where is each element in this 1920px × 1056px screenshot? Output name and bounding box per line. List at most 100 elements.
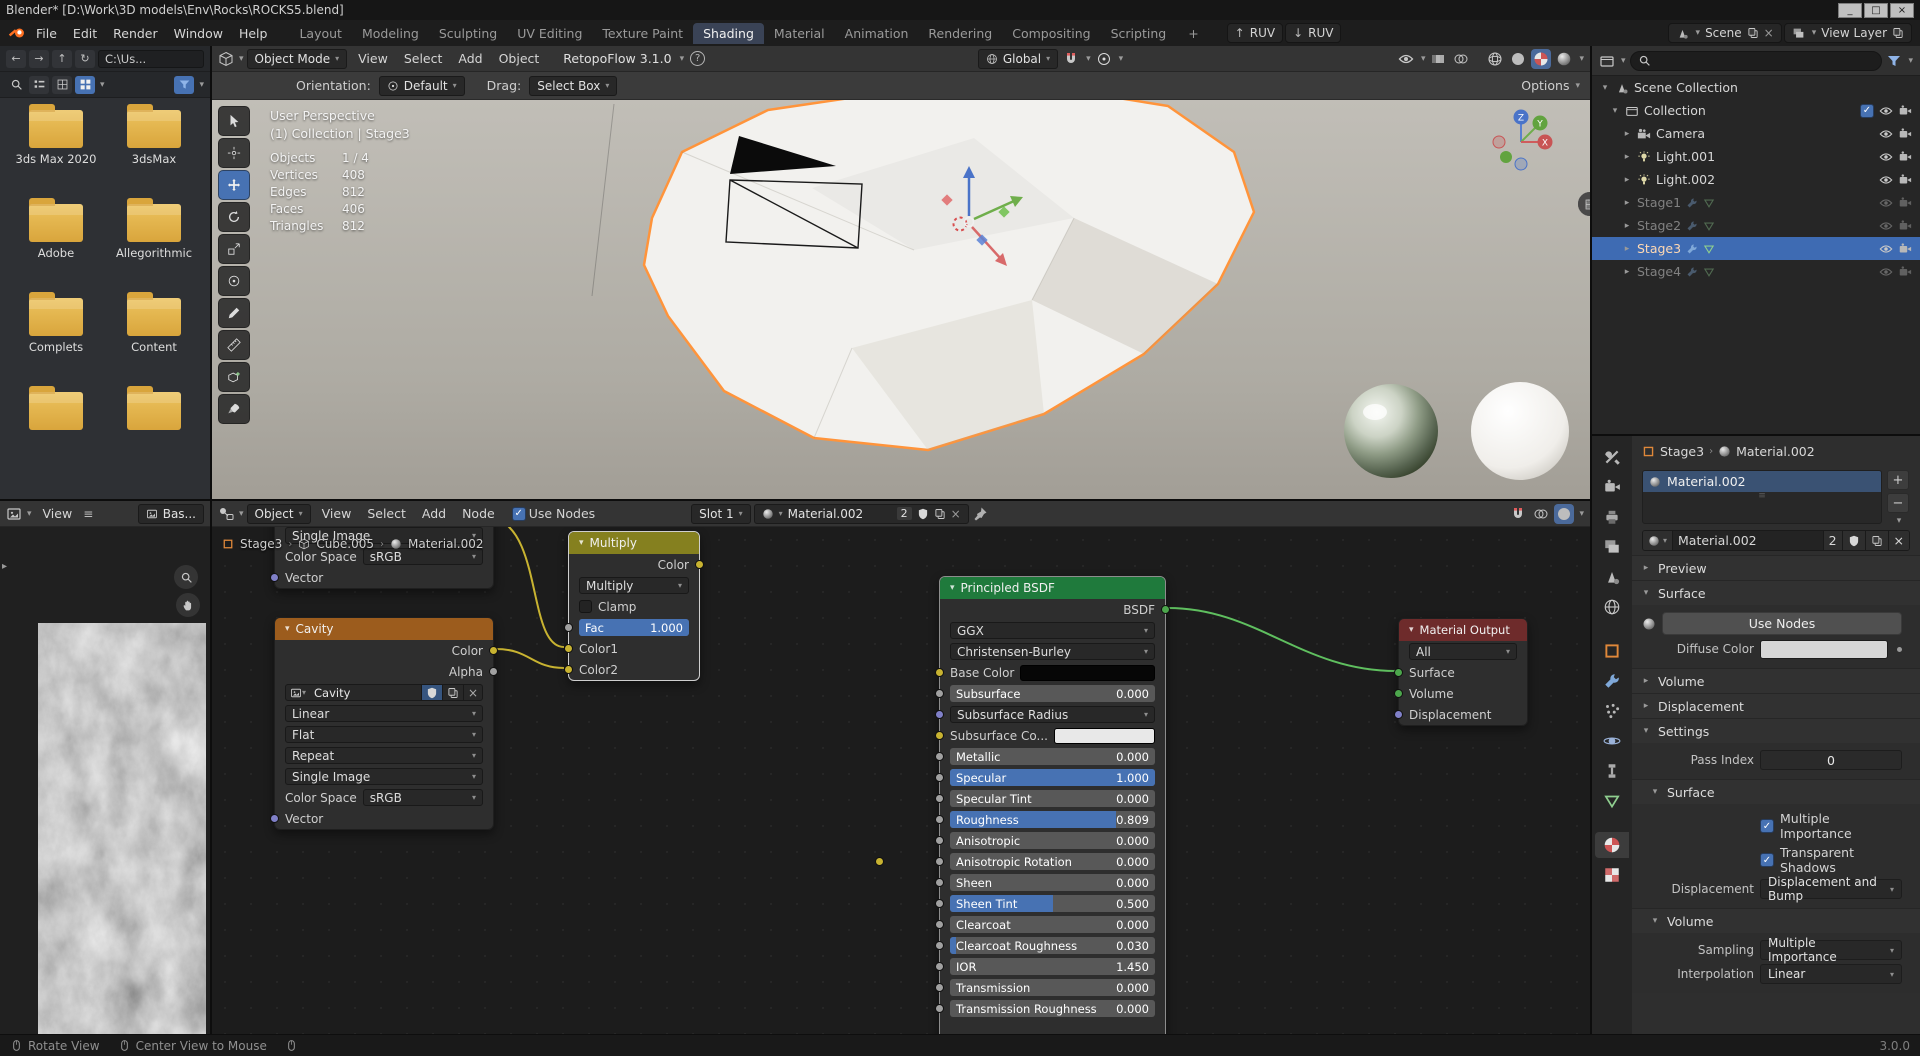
outliner-collection[interactable]: ▾ Collection <box>1592 99 1920 122</box>
options-dropdown[interactable]: Options ▾ <box>1521 78 1580 93</box>
input-socket[interactable] <box>935 836 944 845</box>
image-datablock[interactable]: ▾ Cavity × <box>285 684 483 701</box>
color-swatch[interactable] <box>1020 664 1155 681</box>
panel-displacement[interactable]: ▸ Displacement <box>1632 693 1920 718</box>
add-slot-button[interactable]: + <box>1887 470 1909 490</box>
hide-icon[interactable] <box>1879 104 1893 118</box>
hide-icon[interactable] <box>1879 173 1893 187</box>
filter-button[interactable] <box>174 75 195 94</box>
panel-settings[interactable]: ▾ Settings <box>1632 718 1920 743</box>
input-socket[interactable] <box>935 857 944 866</box>
forward-button[interactable]: → <box>29 49 49 68</box>
principled-anisotropic-rotation[interactable]: Anisotropic Rotation 0.000 <box>935 851 1165 872</box>
principled-subsurface-co[interactable]: Subsurface Co... <box>935 725 1165 746</box>
minimize-button[interactable]: _ <box>1838 2 1862 18</box>
maximize-button[interactable]: □ <box>1864 2 1888 18</box>
menu-edit[interactable]: Edit <box>65 24 105 43</box>
principled-ior[interactable]: IOR 1.450 <box>935 956 1165 977</box>
color1-socket[interactable] <box>564 644 573 653</box>
value-slider[interactable]: Sheen 0.000 <box>950 874 1155 891</box>
properties-tab-view-layer[interactable] <box>1595 534 1629 560</box>
shading-material-button[interactable] <box>1531 48 1552 69</box>
color-output-socket[interactable] <box>695 560 704 569</box>
value-slider[interactable]: Anisotropic 0.000 <box>950 832 1155 849</box>
source-dropdown[interactable]: Single Image ▾ <box>285 768 483 785</box>
value-slider[interactable]: Clearcoat 0.000 <box>950 916 1155 933</box>
color-swatch[interactable] <box>1053 727 1155 744</box>
outliner-item-stage3[interactable]: ▸ Stage3 <box>1592 237 1920 260</box>
fac-slider[interactable]: Fac 1.000 <box>579 619 689 636</box>
input-socket[interactable] <box>935 983 944 992</box>
properties-tab-particles[interactable] <box>1595 698 1629 724</box>
sampling-dropdown[interactable]: Multiple Importance ▾ <box>1760 936 1902 964</box>
interpolation-dropdown[interactable]: Linear ▾ <box>285 705 483 722</box>
unlink-icon[interactable]: × <box>951 507 961 521</box>
render-visibility-icon[interactable] <box>1898 104 1912 118</box>
properties-tab-tool[interactable] <box>1595 444 1629 470</box>
panel-volume[interactable]: ▸ Volume <box>1632 668 1920 693</box>
principled-subsurface[interactable]: Subsurface 0.000 <box>935 683 1165 704</box>
displacement-method-dropdown[interactable]: Displacement and Bump ▾ <box>1760 875 1902 903</box>
render-visibility-icon[interactable] <box>1898 219 1912 233</box>
properties-tab-object[interactable] <box>1595 638 1629 664</box>
hide-icon[interactable] <box>1879 150 1893 164</box>
add-workspace-button[interactable]: + <box>1178 23 1208 44</box>
drag-selector[interactable]: Select Box ▾ <box>529 75 618 96</box>
principled-sheen-tint[interactable]: Sheen Tint 0.500 <box>935 893 1165 914</box>
close-button[interactable]: × <box>1890 2 1914 18</box>
principled-specular-tint[interactable]: Specular Tint 0.000 <box>935 788 1165 809</box>
material-slot-list[interactable]: Material.002 ≡ <box>1642 470 1882 524</box>
pass-index-field[interactable]: 0 <box>1760 750 1902 770</box>
properties-tab-texture[interactable] <box>1595 862 1629 888</box>
principled-subsurface-radius[interactable]: Subsurface Radius ▾ <box>935 704 1165 725</box>
input-socket[interactable] <box>935 815 944 824</box>
input-socket[interactable] <box>935 794 944 803</box>
render-visibility-icon[interactable] <box>1898 265 1912 279</box>
input-socket[interactable] <box>935 878 944 887</box>
snap-toggle[interactable] <box>1061 49 1081 69</box>
use-nodes-checkbox[interactable] <box>511 506 526 521</box>
ruv-import-button[interactable]: ↓ RUV <box>1285 23 1342 43</box>
collection-checkbox[interactable] <box>1860 103 1874 118</box>
hide-icon[interactable] <box>1879 265 1893 279</box>
input-socket[interactable] <box>935 710 944 719</box>
dropdown[interactable]: Subsurface Radius ▾ <box>950 706 1155 723</box>
menu-file[interactable]: File <box>28 24 65 43</box>
fac-socket[interactable] <box>564 623 573 632</box>
input-socket[interactable] <box>935 962 944 971</box>
proportional-edit-toggle[interactable] <box>1094 49 1114 69</box>
render-visibility-icon[interactable] <box>1898 242 1912 256</box>
input-socket[interactable] <box>935 1004 944 1013</box>
unlink-button[interactable]: × <box>1888 531 1909 550</box>
input-socket[interactable] <box>935 941 944 950</box>
3d-canvas[interactable]: User Perspective (1) Collection | Stage3… <box>212 100 1590 499</box>
image-selector[interactable]: Bas... <box>137 503 204 524</box>
outliner-search-input[interactable] <box>1629 50 1883 71</box>
cursor-tool-button[interactable] <box>218 138 250 168</box>
principled-clearcoat[interactable]: Clearcoat 0.000 <box>935 914 1165 935</box>
display-mode-icon[interactable] <box>1599 53 1615 69</box>
bsdf-output-socket[interactable] <box>1161 605 1170 614</box>
properties-tab-physics[interactable] <box>1595 728 1629 754</box>
mode-selector[interactable]: Object Mode ▾ <box>246 48 348 69</box>
principled-anisotropic[interactable]: Anisotropic 0.000 <box>935 830 1165 851</box>
value-slider[interactable]: Anisotropic Rotation 0.000 <box>950 853 1155 870</box>
value-slider[interactable]: Subsurface 0.000 <box>950 685 1155 702</box>
outliner-item-light-001[interactable]: ▸ Light.001 <box>1592 145 1920 168</box>
use-nodes-button[interactable]: Use Nodes <box>1662 612 1902 635</box>
viewport-menu-select[interactable]: Select <box>396 49 451 68</box>
overlays-toggle[interactable] <box>1451 49 1471 69</box>
ruv-export-button[interactable]: ↑ RUV <box>1226 23 1284 43</box>
hide-icon[interactable] <box>1879 127 1893 141</box>
folder-item-6[interactable] <box>10 386 102 476</box>
new-view-layer-icon[interactable] <box>1892 27 1904 39</box>
folder-item-3ds-max-2020[interactable]: 3ds Max 2020 <box>10 104 102 194</box>
back-button[interactable]: ← <box>6 49 26 68</box>
hamburger-icon[interactable]: ≡ <box>83 507 93 521</box>
displacement-socket[interactable] <box>1394 710 1403 719</box>
menu-window[interactable]: Window <box>166 24 231 43</box>
color2-socket[interactable] <box>564 665 573 674</box>
hide-icon[interactable] <box>1879 196 1893 210</box>
value-slider[interactable]: Metallic 0.000 <box>950 748 1155 765</box>
properties-tab-object-data[interactable] <box>1595 788 1629 814</box>
